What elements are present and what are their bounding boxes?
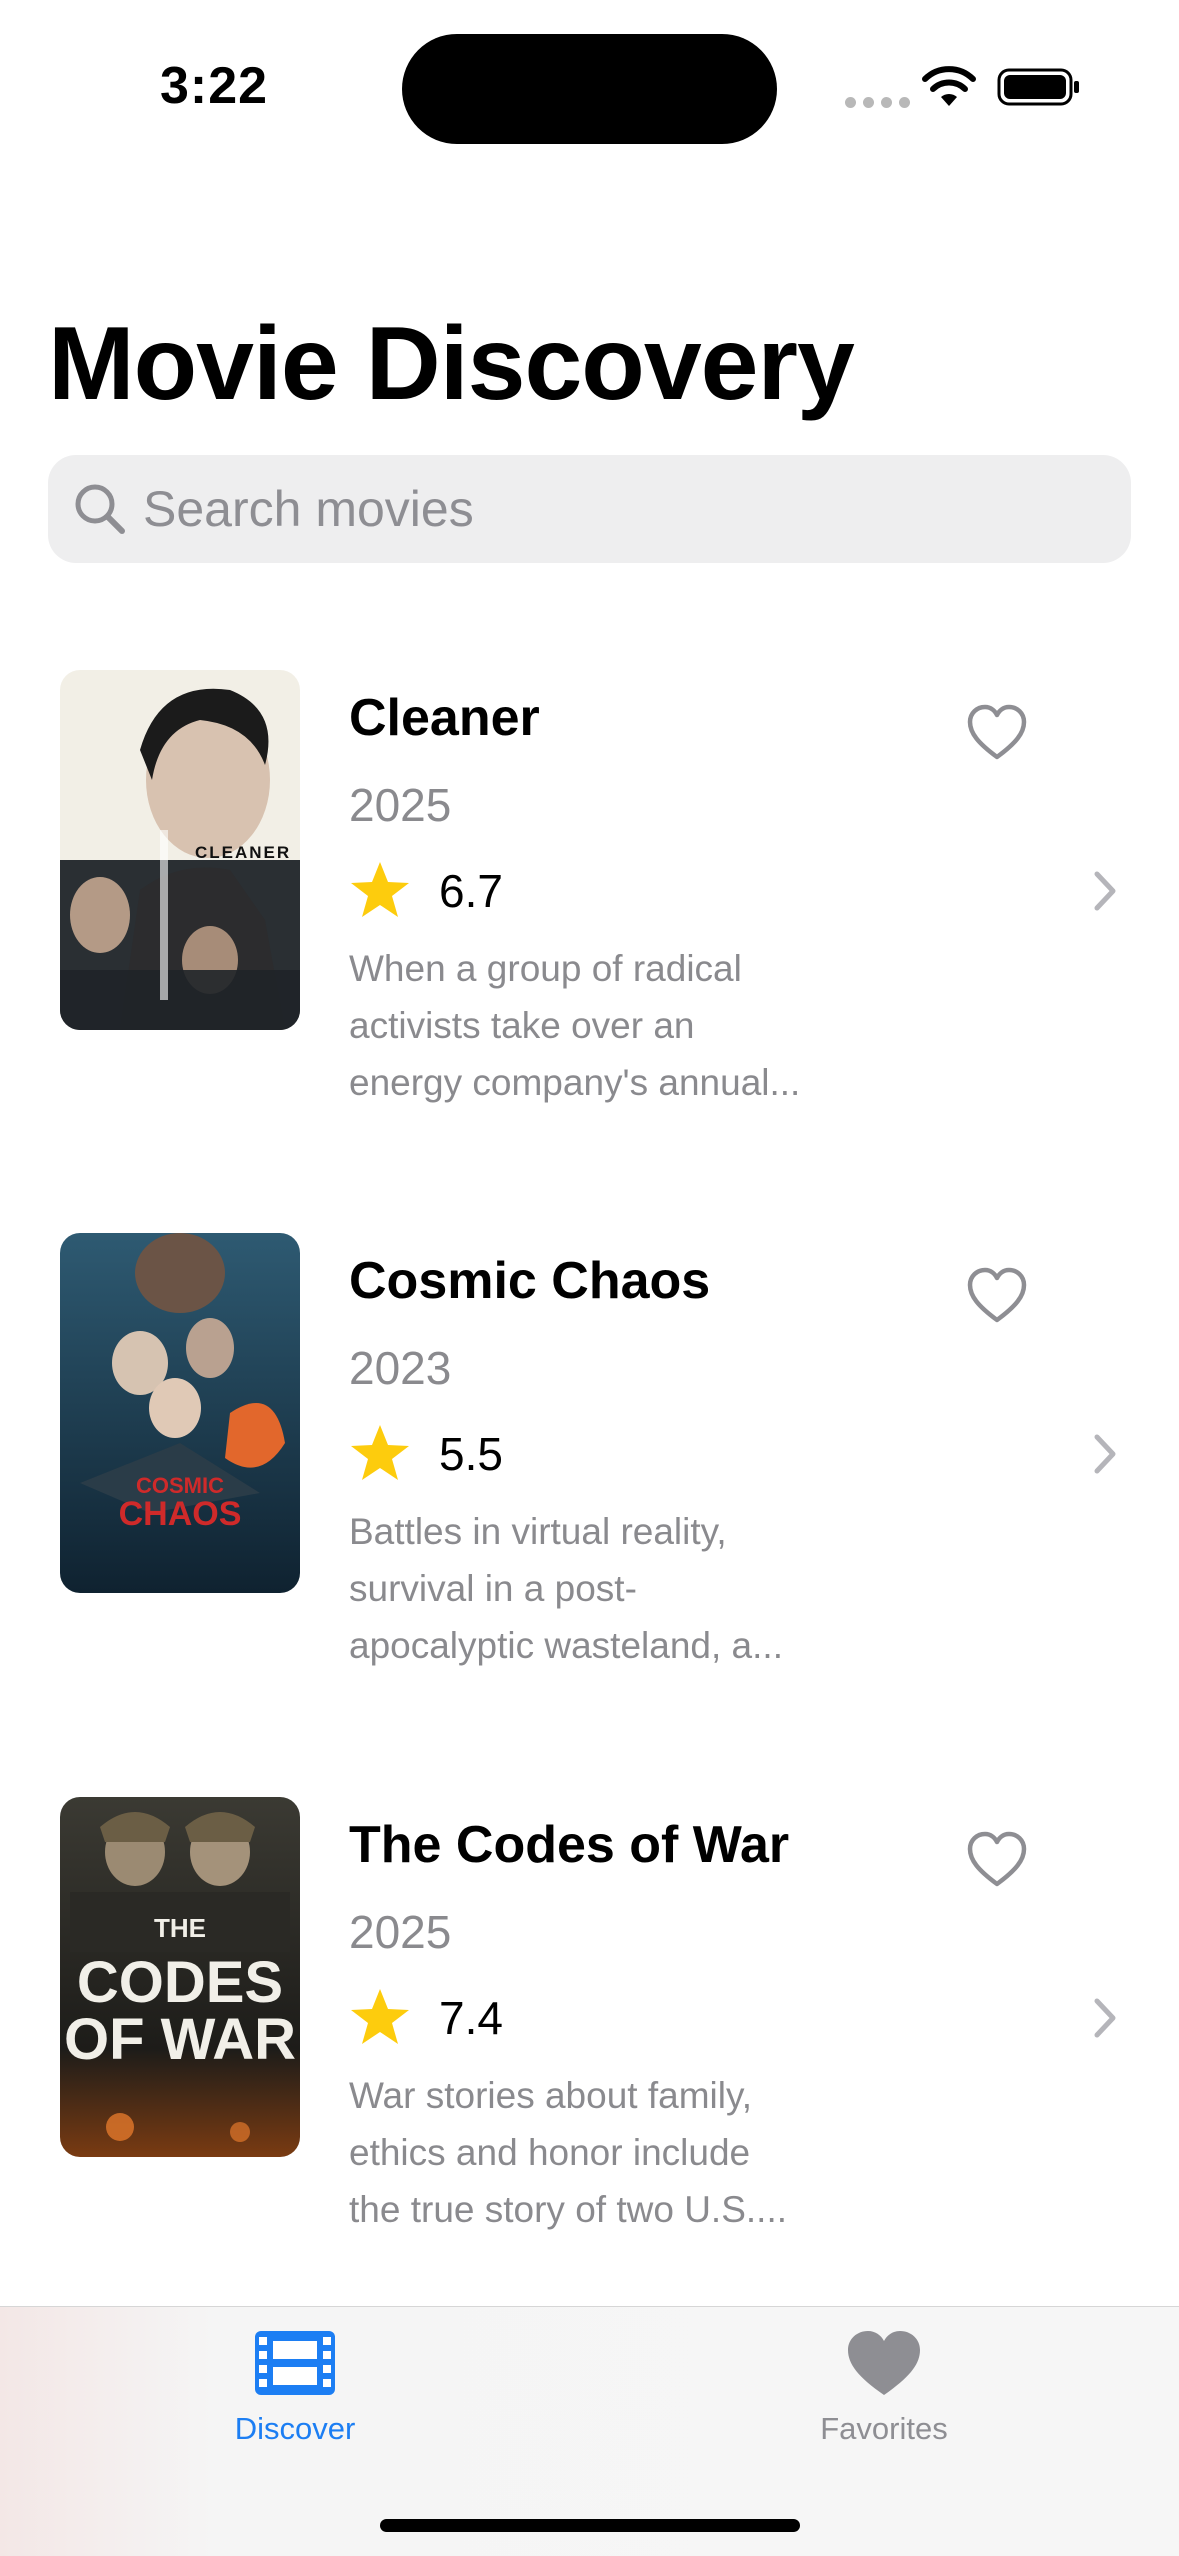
rating-value: 5.5 [439, 1428, 503, 1480]
search-icon [75, 484, 125, 534]
tab-label: Favorites [820, 2411, 948, 2446]
dynamic-island [402, 34, 777, 144]
film-icon [255, 2331, 335, 2395]
movie-overview: War stories about family, ethics and hon… [349, 2067, 819, 2238]
overview-line: apocalyptic wasteland, a... [349, 1625, 783, 1666]
svg-text:CODES: CODES [77, 1950, 283, 2015]
tab-discover[interactable]: Discover [145, 2327, 445, 2477]
movie-row[interactable]: CLEANER Cleaner 2025 6.7 When a group of… [0, 670, 1179, 1103]
rating-value: 6.7 [439, 865, 503, 917]
svg-text:OF WAR: OF WAR [64, 2007, 296, 2072]
page-title: Movie Discovery [48, 306, 855, 422]
movie-title: The Codes of War [349, 1816, 790, 1874]
movie-year: 2023 [349, 1342, 452, 1394]
chevron-right-icon [1094, 871, 1116, 911]
overview-line: When a group of radical [349, 948, 742, 989]
star-icon [351, 1425, 409, 1480]
movie-year: 2025 [349, 1906, 452, 1958]
overview-line: activists take over an [349, 1005, 695, 1046]
cosmic-chaos-poster-image: COSMIC CHAOS [60, 1233, 300, 1593]
cellular-signal-icon [845, 97, 910, 108]
movie-row[interactable]: COSMIC CHAOS Cosmic Chaos 2023 5.5 Battl… [0, 1233, 1179, 1666]
svg-text:CHAOS: CHAOS [119, 1495, 242, 1533]
movie-title: Cosmic Chaos [349, 1252, 711, 1310]
cleaner-poster-image: CLEANER [60, 670, 300, 1030]
movie-title: Cleaner [349, 689, 540, 747]
favorite-heart-icon[interactable] [966, 1831, 1028, 1889]
tab-favorites[interactable]: Favorites [734, 2327, 1034, 2477]
codes-of-war-poster-image: THE CODES OF WAR [60, 1797, 300, 2157]
svg-text:CLEANER: CLEANER [195, 843, 291, 862]
movie-overview: Battles in virtual reality, survival in … [349, 1503, 819, 1674]
star-icon [351, 862, 409, 917]
heart-icon [848, 2331, 920, 2395]
svg-text:THE: THE [154, 1913, 206, 1943]
chevron-right-icon [1094, 1998, 1116, 2038]
chevron-right-icon [1094, 1434, 1116, 1474]
tab-label: Discover [234, 2411, 356, 2446]
search-bar[interactable] [48, 455, 1131, 563]
battery-icon [997, 68, 1079, 106]
overview-line: Battles in virtual reality, [349, 1511, 727, 1552]
wifi-icon [922, 66, 976, 106]
search-input[interactable] [143, 455, 1103, 563]
overview-line: ethics and honor include [349, 2132, 751, 2173]
movie-year: 2025 [349, 779, 452, 831]
overview-line: War stories about family, [349, 2075, 753, 2116]
rating-value: 7.4 [439, 1992, 503, 2044]
overview-line: survival in a post- [349, 1568, 637, 1609]
favorite-heart-icon[interactable] [966, 704, 1028, 762]
favorite-heart-icon[interactable] [966, 1267, 1028, 1325]
movie-overview: When a group of radical activists take o… [349, 940, 819, 1111]
status-time: 3:22 [160, 57, 269, 115]
overview-line: the true story of two U.S.... [349, 2189, 788, 2230]
home-indicator [380, 2519, 800, 2532]
star-icon [351, 1989, 409, 2044]
status-bar: 3:22 [0, 0, 1179, 170]
overview-line: energy company's annual... [349, 1062, 801, 1103]
movie-row[interactable]: THE CODES OF WAR The Codes of War 2025 7… [0, 1797, 1179, 2230]
